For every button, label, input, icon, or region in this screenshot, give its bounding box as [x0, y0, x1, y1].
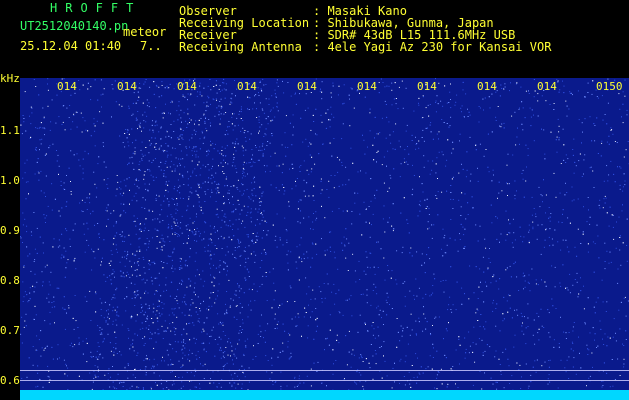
noise-floor-band — [20, 390, 629, 400]
frequency-marker-line — [20, 380, 629, 381]
field-label-antenna: Receiving Antenna — [179, 40, 302, 54]
y-tick-0-8: 0.8 — [0, 274, 20, 287]
x-tick: 014 — [57, 80, 77, 93]
x-tick: 014 — [177, 80, 197, 93]
y-tick-0-6: 0.6 — [0, 374, 20, 387]
spectrogram-noise — [20, 78, 629, 400]
x-tick: 014 — [117, 80, 137, 93]
x-tick: 014 — [537, 80, 557, 93]
file-name: UT2512040140.pn — [20, 19, 129, 33]
x-tick: 014 — [297, 80, 317, 93]
field-value-antenna: : 4ele Yagi Az 230 for Kansai VOR — [313, 40, 552, 54]
x-tick: 014 — [357, 80, 377, 93]
y-tick-1-0: 1.0 — [0, 174, 20, 187]
app-brand: HROFFT — [50, 1, 142, 15]
event-count: 7.. — [140, 39, 162, 53]
y-tick-0-7: 0.7 — [0, 324, 20, 337]
x-tick: 0150 — [596, 80, 623, 93]
y-tick-1-1: 1.1 — [0, 124, 20, 137]
date-time: 25.12.04 01:40 — [20, 39, 122, 53]
y-axis-unit: kHz — [0, 72, 20, 85]
spectrogram-plot — [20, 78, 629, 400]
y-tick-0-9: 0.9 — [0, 224, 20, 237]
x-tick: 014 — [417, 80, 437, 93]
x-tick: 014 — [237, 80, 257, 93]
frequency-marker-line — [20, 370, 629, 371]
header-panel: HROFFT UT2512040140.pn meteor 25.12.04 0… — [0, 0, 629, 78]
mode-label: meteor — [123, 25, 167, 39]
x-tick: 014 — [477, 80, 497, 93]
